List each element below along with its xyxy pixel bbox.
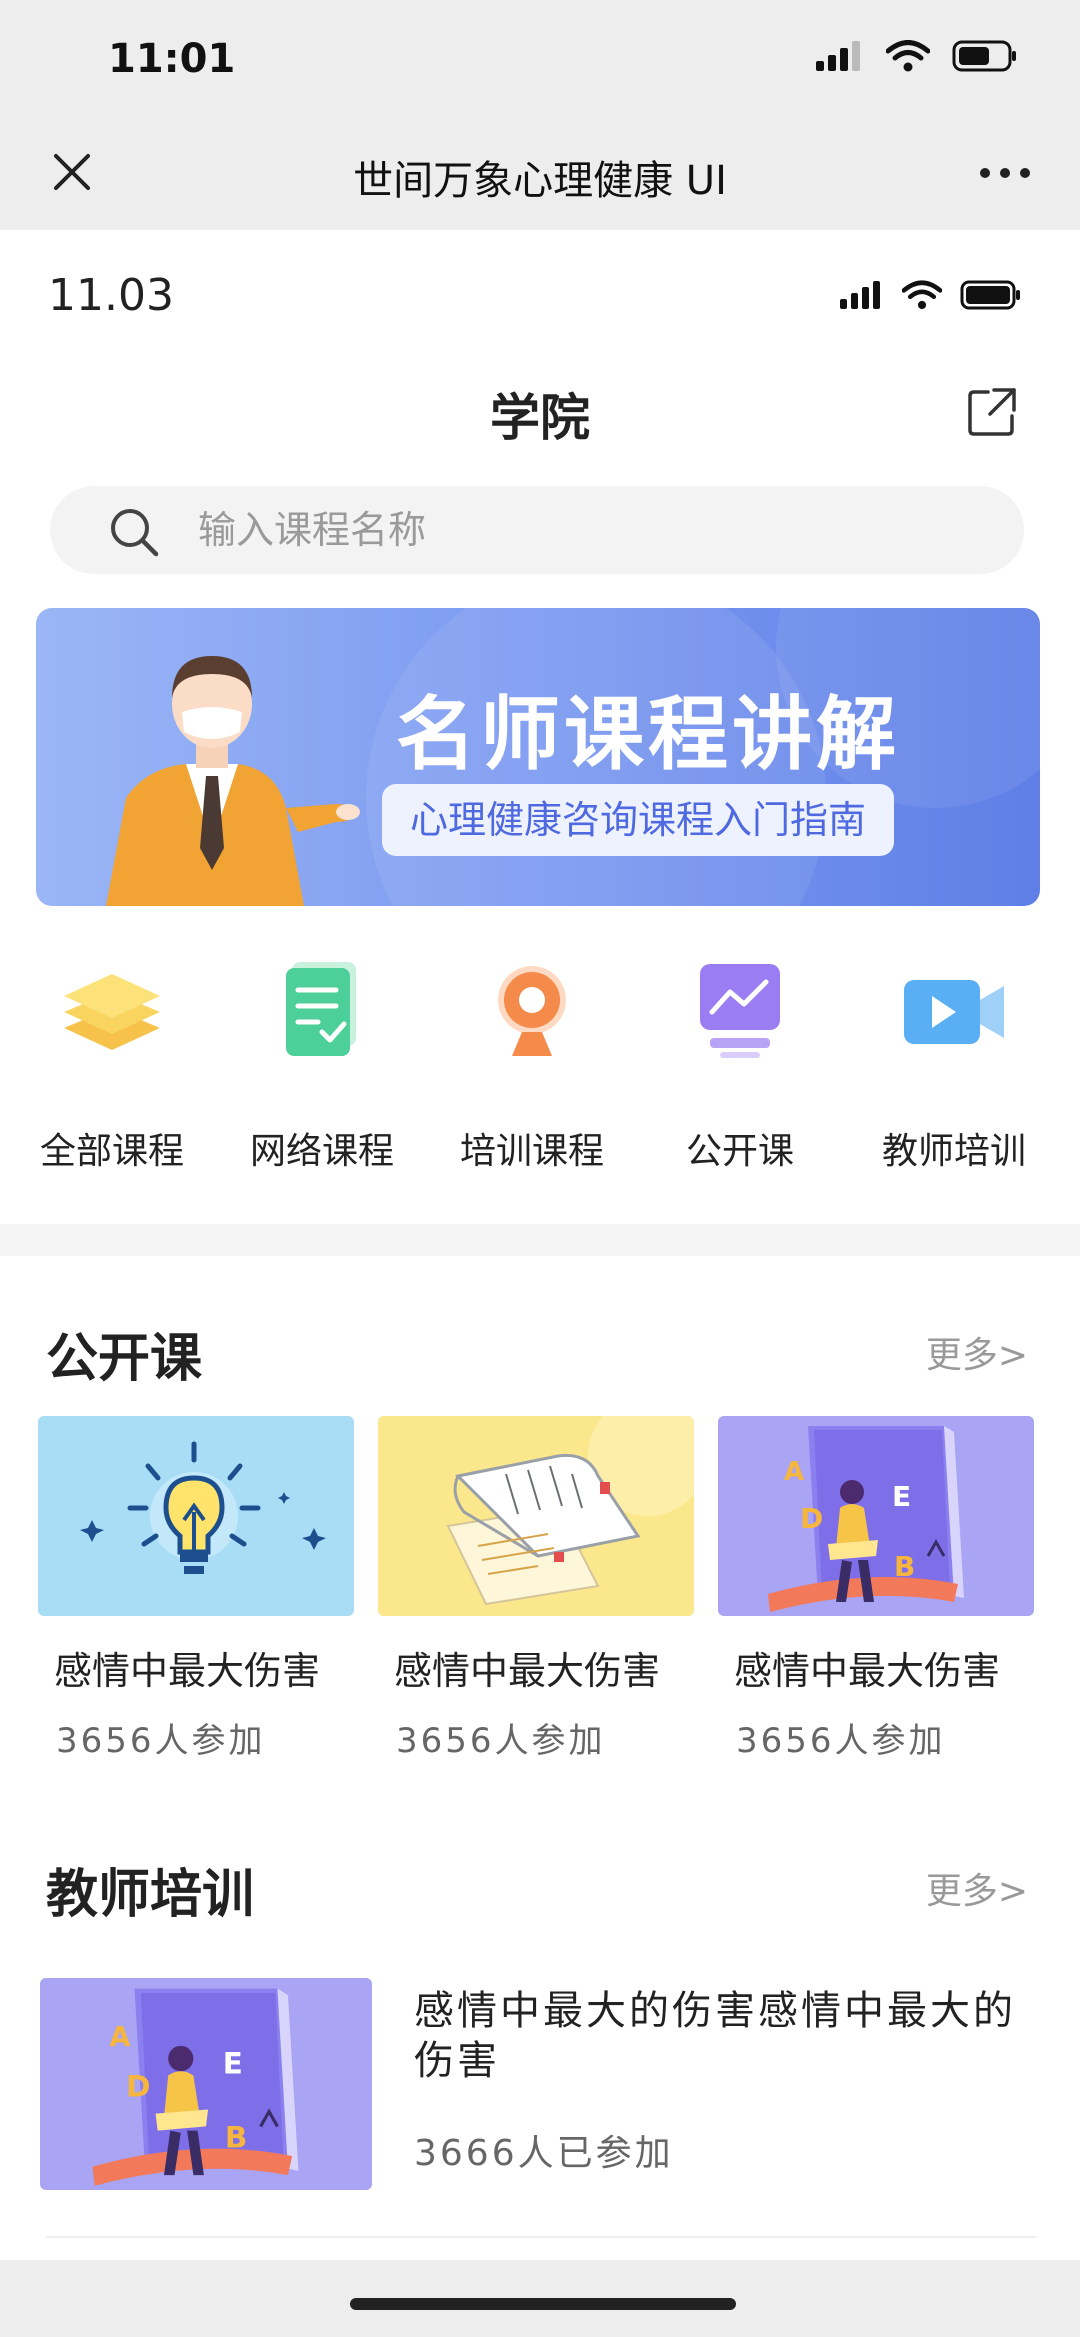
- layers-icon: [64, 974, 160, 1050]
- outer-status-icons: [816, 40, 1018, 72]
- outer-status-bar: 11:01: [0, 0, 1080, 124]
- course-card-title: 感情中最大伤害: [394, 1649, 661, 1693]
- inner-status-bar: 11.03: [0, 230, 1080, 360]
- list-divider: [46, 2236, 1036, 2238]
- category-all-courses[interactable]: 全部课程: [12, 950, 212, 1174]
- wechat-navigation-bar: 世间万象心理健康 UI: [0, 124, 1080, 230]
- banner-subtitle: 心理健康咨询课程入门指南: [382, 784, 895, 856]
- category-label: 全部课程: [39, 1131, 184, 1172]
- category-online-courses[interactable]: 网络课程: [222, 950, 422, 1174]
- svg-text:E: E: [892, 1480, 911, 1513]
- book-illustration: [378, 1416, 694, 1616]
- banner-title: 名师课程讲解: [396, 688, 900, 781]
- course-card-count: 3656人参加: [736, 1721, 946, 1761]
- training-item-title[interactable]: 感情中最大的伤害感情中最大的伤害: [414, 1986, 1034, 2086]
- checklist-icon: [286, 962, 356, 1056]
- category-open-class[interactable]: 公开课: [640, 950, 840, 1174]
- search-input[interactable]: [198, 486, 978, 574]
- training-item-count: 3666人已参加: [414, 2133, 674, 2174]
- svg-text:E: E: [223, 2046, 243, 2080]
- reading-girl-illustration[interactable]: A D E B: [40, 1978, 372, 2190]
- open-courses-title: 公开课: [46, 1329, 203, 1389]
- category-training-courses[interactable]: 培训课程: [432, 950, 632, 1174]
- open-courses-more-link[interactable]: 更多>: [926, 1326, 1028, 1378]
- signal-icon: [816, 41, 860, 71]
- home-indicator[interactable]: [350, 2298, 736, 2310]
- search-bar[interactable]: [50, 486, 1024, 574]
- course-card-count: 3656人参加: [56, 1721, 266, 1761]
- category-label: 公开课: [685, 1131, 794, 1172]
- wechat-title: 世间万象心理健康 UI: [353, 158, 727, 204]
- outer-status-time: 11:01: [108, 36, 236, 82]
- svg-text:D: D: [126, 2070, 150, 2104]
- wifi-icon: [902, 280, 942, 310]
- category-grid: 全部课程 网络课程 培训课程 公开课 教师培训: [0, 950, 1080, 1180]
- webcam-icon: [498, 966, 566, 1056]
- page-title: 学院: [490, 389, 590, 447]
- chart-monitor-icon: [700, 964, 780, 1058]
- share-icon[interactable]: [964, 384, 1020, 440]
- svg-text:A: A: [109, 2022, 131, 2053]
- course-card-title: 感情中最大伤害: [734, 1649, 1001, 1693]
- category-label: 网络课程: [249, 1131, 394, 1172]
- battery-icon: [960, 280, 1020, 310]
- course-card[interactable]: A D E B 感情中最大伤害 3656人参加: [718, 1416, 1034, 1762]
- wifi-icon: [886, 40, 930, 72]
- category-label: 培训课程: [459, 1131, 604, 1172]
- teacher-training-more-link[interactable]: 更多>: [926, 1862, 1028, 1914]
- category-label: 教师培训: [881, 1131, 1026, 1172]
- battery-icon: [952, 40, 1016, 72]
- section-divider: [0, 1224, 1080, 1256]
- course-card[interactable]: 感情中最大伤害 3656人参加: [38, 1416, 354, 1762]
- video-camera-icon: [904, 980, 1004, 1044]
- signal-icon: [840, 281, 880, 309]
- inner-status-time: 11.03: [48, 270, 174, 321]
- course-card[interactable]: 感情中最大伤害 3656人参加: [378, 1416, 694, 1762]
- teacher-illustration: [106, 656, 360, 906]
- inner-status-icons: [840, 280, 1022, 310]
- course-card-count: 3656人参加: [396, 1721, 606, 1761]
- more-options-icon[interactable]: [980, 168, 1030, 178]
- teacher-training-title: 教师培训: [46, 1865, 255, 1925]
- svg-text:A: A: [784, 1457, 804, 1487]
- promo-banner[interactable]: 名师课程讲解 心理健康咨询课程入门指南: [36, 608, 1040, 906]
- search-icon: [111, 509, 159, 557]
- category-teacher-training[interactable]: 教师培训: [854, 950, 1054, 1174]
- reading-girl-illustration: A D E B: [718, 1416, 1034, 1616]
- svg-text:D: D: [800, 1502, 823, 1535]
- course-card-title: 感情中最大伤害: [54, 1649, 321, 1693]
- lightbulb-illustration: [38, 1416, 354, 1616]
